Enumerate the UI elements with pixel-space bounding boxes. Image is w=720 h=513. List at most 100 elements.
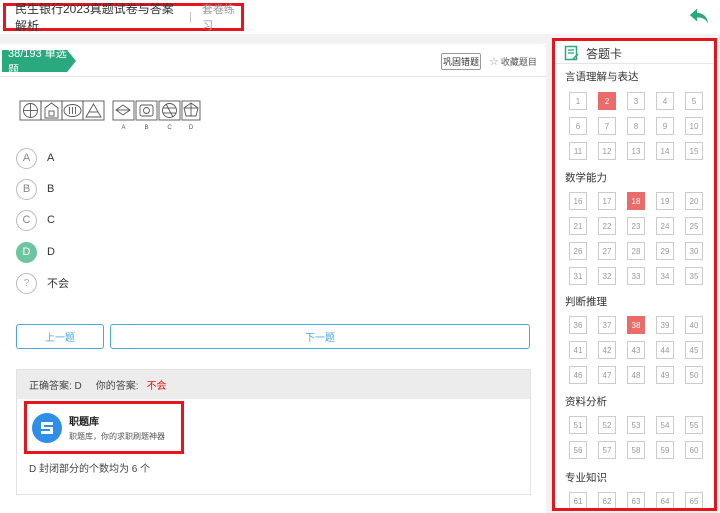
question-number-50[interactable]: 50 xyxy=(685,366,703,384)
question-index-tag: 38/193 单选题 xyxy=(2,50,76,72)
question-number-10[interactable]: 10 xyxy=(685,117,703,135)
question-number-11[interactable]: 11 xyxy=(569,142,587,160)
option-d[interactable]: D D xyxy=(16,241,55,263)
favorite-label: 收藏题目 xyxy=(500,57,537,67)
back-arrow-icon[interactable] xyxy=(688,5,710,27)
question-number-55[interactable]: 55 xyxy=(685,416,703,434)
question-number-64[interactable]: 64 xyxy=(656,492,674,508)
app-promo[interactable]: 职题库 职题库，你的求职刷题神器 xyxy=(24,401,184,454)
question-number-56[interactable]: 56 xyxy=(569,441,587,459)
question-number-37[interactable]: 37 xyxy=(598,316,616,334)
question-number-36[interactable]: 36 xyxy=(569,316,587,334)
question-number-25[interactable]: 25 xyxy=(685,217,703,235)
favorite-button[interactable]: ☆ 收藏题目 xyxy=(489,53,537,70)
question-number-41[interactable]: 41 xyxy=(569,341,587,359)
question-number-58[interactable]: 58 xyxy=(627,441,645,459)
title-box: 民生银行2023真题试卷与答案解析 | 套卷练习 xyxy=(3,2,244,33)
question-number-grid: 51 52 53 54 55 56 57 58 59 60 xyxy=(569,416,703,459)
section-title: 言语理解与表达 xyxy=(565,71,639,83)
option-c-circle: C xyxy=(16,209,37,231)
question-number-22[interactable]: 22 xyxy=(598,217,616,235)
app-description: 职题库，你的求职刷题神器 xyxy=(69,432,165,441)
figure-label-a: A xyxy=(121,125,125,131)
question-number-31[interactable]: 31 xyxy=(569,267,587,285)
question-number-47[interactable]: 47 xyxy=(598,366,616,384)
correct-answer: 正确答案: D xyxy=(29,381,82,392)
question-number-24[interactable]: 24 xyxy=(656,217,674,235)
question-number-38[interactable]: 38 xyxy=(627,316,645,334)
question-number-7[interactable]: 7 xyxy=(598,117,616,135)
answer-card-title: 答题卡 xyxy=(586,46,623,61)
option-a[interactable]: A A xyxy=(16,147,54,169)
question-number-33[interactable]: 33 xyxy=(627,267,645,285)
question-number-16[interactable]: 16 xyxy=(569,192,587,210)
question-number-14[interactable]: 14 xyxy=(656,142,674,160)
next-question-button[interactable]: 下一题 xyxy=(110,324,530,349)
question-number-8[interactable]: 8 xyxy=(627,117,645,135)
option-b[interactable]: B B xyxy=(16,178,54,200)
question-number-59[interactable]: 59 xyxy=(656,441,674,459)
option-c[interactable]: C C xyxy=(16,209,55,231)
question-number-65[interactable]: 65 xyxy=(685,492,703,508)
question-number-2[interactable]: 2 xyxy=(598,92,616,110)
question-number-60[interactable]: 60 xyxy=(685,441,703,459)
question-number-1[interactable]: 1 xyxy=(569,92,587,110)
question-number-19[interactable]: 19 xyxy=(656,192,674,210)
question-number-20[interactable]: 20 xyxy=(685,192,703,210)
question-number-5[interactable]: 5 xyxy=(685,92,703,110)
option-d-circle: D xyxy=(16,241,37,263)
question-number-23[interactable]: 23 xyxy=(627,217,645,235)
question-number-43[interactable]: 43 xyxy=(627,341,645,359)
question-number-29[interactable]: 29 xyxy=(656,242,674,260)
question-number-53[interactable]: 53 xyxy=(627,416,645,434)
question-number-49[interactable]: 49 xyxy=(656,366,674,384)
question-number-48[interactable]: 48 xyxy=(627,366,645,384)
consolidate-wrong-button[interactable]: 巩固错题 xyxy=(441,53,481,70)
question-number-40[interactable]: 40 xyxy=(685,316,703,334)
question-number-45[interactable]: 45 xyxy=(685,341,703,359)
question-number-62[interactable]: 62 xyxy=(598,492,616,508)
analysis-panel: 正确答案: D 你的答案: 不会 职题库 职题库，你的求职刷题神器 D 封闭部分… xyxy=(16,369,531,495)
question-number-18[interactable]: 18 xyxy=(627,192,645,210)
star-icon: ☆ xyxy=(489,56,499,68)
question-number-42[interactable]: 42 xyxy=(598,341,616,359)
question-number-61[interactable]: 61 xyxy=(569,492,587,508)
question-number-grid: 16 17 18 19 20 21 22 23 24 25 26 27 28 29 30 31 32 33 34 35 xyxy=(569,192,703,285)
option-b-text: B xyxy=(47,183,55,195)
option-unknown-text: 不会 xyxy=(47,278,69,290)
question-number-44[interactable]: 44 xyxy=(656,341,674,359)
top-bar: 民生银行2023真题试卷与答案解析 | 套卷练习 xyxy=(0,0,720,34)
question-number-30[interactable]: 30 xyxy=(685,242,703,260)
question-number-6[interactable]: 6 xyxy=(569,117,587,135)
question-number-35[interactable]: 35 xyxy=(685,267,703,285)
question-number-15[interactable]: 15 xyxy=(685,142,703,160)
question-number-51[interactable]: 51 xyxy=(569,416,587,434)
prev-question-button[interactable]: 上一题 xyxy=(16,324,104,349)
question-number-32[interactable]: 32 xyxy=(598,267,616,285)
divider xyxy=(555,63,714,64)
question-number-27[interactable]: 27 xyxy=(598,242,616,260)
question-number-34[interactable]: 34 xyxy=(656,267,674,285)
question-number-13[interactable]: 13 xyxy=(627,142,645,160)
question-number-9[interactable]: 9 xyxy=(656,117,674,135)
question-number-grid: 36 37 38 39 40 41 42 43 44 45 46 47 48 49 50 xyxy=(569,316,703,384)
answer-card-icon xyxy=(564,45,579,61)
question-number-63[interactable]: 63 xyxy=(627,492,645,508)
question-number-17[interactable]: 17 xyxy=(598,192,616,210)
question-number-57[interactable]: 57 xyxy=(598,441,616,459)
question-number-4[interactable]: 4 xyxy=(656,92,674,110)
section-title: 数学能力 xyxy=(565,172,607,184)
question-number-3[interactable]: 3 xyxy=(627,92,645,110)
question-number-26[interactable]: 26 xyxy=(569,242,587,260)
question-number-46[interactable]: 46 xyxy=(569,366,587,384)
question-number-28[interactable]: 28 xyxy=(627,242,645,260)
question-number-12[interactable]: 12 xyxy=(598,142,616,160)
question-number-21[interactable]: 21 xyxy=(569,217,587,235)
question-number-52[interactable]: 52 xyxy=(598,416,616,434)
app-logo-icon xyxy=(32,412,62,443)
question-number-39[interactable]: 39 xyxy=(656,316,674,334)
question-mark-icon: ? xyxy=(16,272,37,294)
question-number-54[interactable]: 54 xyxy=(656,416,674,434)
option-unknown[interactable]: ? 不会 xyxy=(16,272,69,294)
divider xyxy=(0,76,546,77)
